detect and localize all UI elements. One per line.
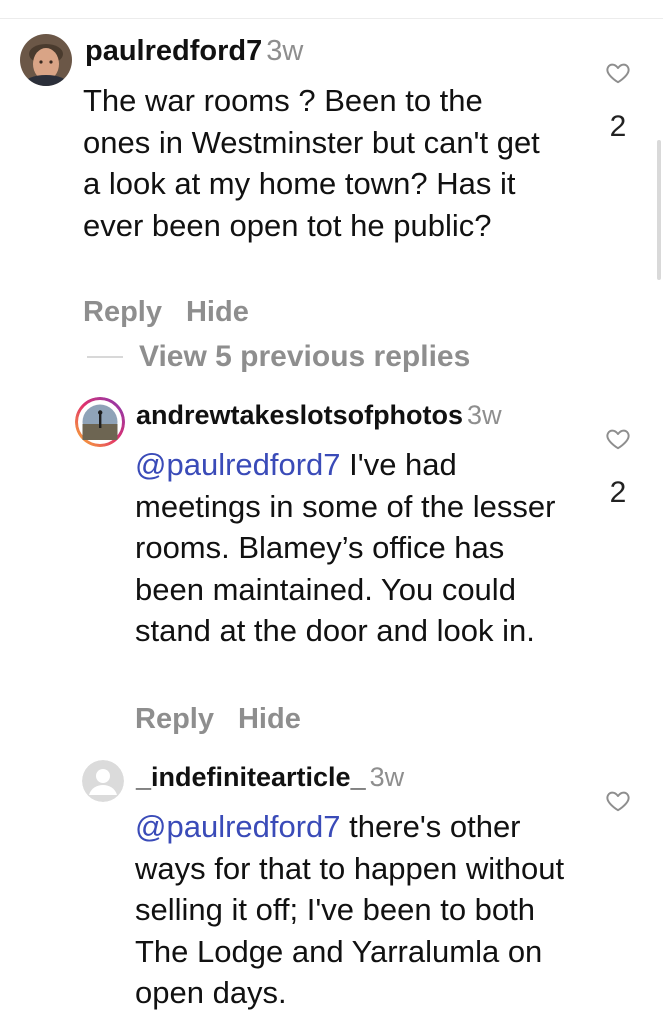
like-button[interactable] <box>605 788 631 814</box>
view-previous-replies[interactable]: View 5 previous replies <box>87 340 470 374</box>
like-count: 2 <box>609 110 627 143</box>
comment-actions: Reply Hide <box>135 703 325 736</box>
avatar-indefinitearticle[interactable] <box>82 760 124 802</box>
comment-header: andrewtakeslotsofphotos 3w <box>136 400 502 431</box>
hide-button[interactable]: Hide <box>238 703 301 735</box>
mention-link[interactable]: @paulredford7 <box>135 447 341 482</box>
heart-outline-icon <box>606 791 630 812</box>
comment-actions: Reply Hide <box>83 296 273 329</box>
mention-link[interactable]: @paulredford7 <box>135 809 341 844</box>
avatar-photo <box>20 34 72 86</box>
thread-line <box>87 356 123 358</box>
heart-outline-icon <box>606 63 630 84</box>
timestamp: 3w <box>369 762 405 792</box>
story-ring-avatar <box>75 397 125 447</box>
view-previous-replies-label: View 5 previous replies <box>139 340 471 373</box>
timestamp: 3w <box>467 400 502 430</box>
username[interactable]: andrewtakeslotsofphotos <box>136 400 463 430</box>
like-button[interactable] <box>605 426 631 452</box>
avatar-paulredford7[interactable] <box>20 34 72 86</box>
reply-button[interactable]: Reply <box>135 703 214 735</box>
hide-button[interactable]: Hide <box>186 296 249 328</box>
like-button[interactable] <box>605 60 631 86</box>
comment-text: @paulredford7 there's other ways for tha… <box>135 809 565 1010</box>
comment-text: @paulredford7 I've had meetings in some … <box>135 447 556 648</box>
avatar-andrewtakeslotsofphotos[interactable] <box>75 397 125 447</box>
reply-button[interactable]: Reply <box>83 296 162 328</box>
username[interactable]: _indefinitearticle_ <box>136 762 366 792</box>
scrollbar[interactable] <box>657 140 661 280</box>
default-avatar-icon <box>82 760 124 802</box>
top-divider <box>0 18 663 19</box>
comment-text: The war rooms ? Been to the ones in West… <box>83 83 540 243</box>
timestamp: 3w <box>266 35 304 67</box>
username[interactable]: paulredford7 <box>85 35 262 67</box>
like-count: 2 <box>609 476 627 509</box>
heart-outline-icon <box>606 429 630 450</box>
comment-header: paulredford7 3w <box>85 35 303 68</box>
comment-header: _indefinitearticle_ 3w <box>136 762 404 793</box>
